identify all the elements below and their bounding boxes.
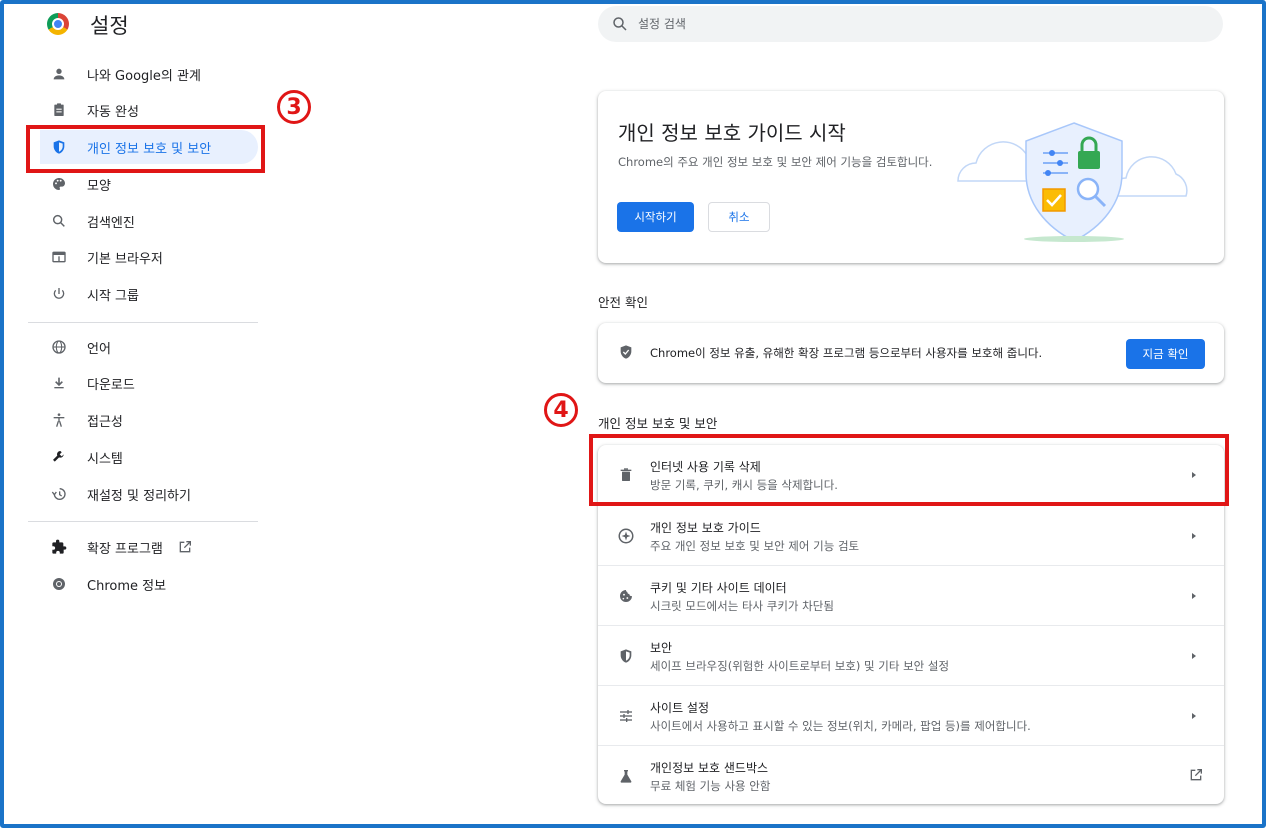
chevron-right-icon bbox=[1192, 533, 1196, 539]
chrome-icon bbox=[49, 574, 69, 594]
download-icon bbox=[49, 373, 69, 393]
clipboard-icon bbox=[49, 100, 69, 120]
step-3-marker: 3 bbox=[277, 90, 311, 124]
sidebar-divider bbox=[28, 322, 258, 323]
sidebar-item-you-and-google[interactable]: 나와 Google의 관계 bbox=[40, 57, 258, 91]
accessibility-icon bbox=[49, 410, 69, 430]
sidebar-item-label: 시스템 bbox=[87, 451, 123, 467]
sidebar-item-reset[interactable]: 재설정 및 정리하기 bbox=[40, 477, 258, 511]
cancel-guide-button[interactable]: 취소 bbox=[708, 202, 770, 232]
safety-check-text: Chrome이 정보 유출, 유해한 확장 프로그램 등으로부터 사용자를 보호… bbox=[650, 346, 1043, 360]
sidebar-item-label: 확장 프로그램 bbox=[87, 541, 163, 557]
privacy-guide-illustration-icon bbox=[957, 122, 1188, 242]
sidebar-item-label: 기본 브라우저 bbox=[87, 251, 163, 267]
highlight-box-privacy-nav bbox=[26, 125, 265, 173]
sidebar-item-label: 모양 bbox=[87, 178, 111, 194]
chevron-right-icon bbox=[1192, 593, 1196, 599]
privacy-section-heading: 개인 정보 보호 및 보안 bbox=[598, 416, 718, 431]
external-link-icon bbox=[177, 539, 193, 555]
cookie-icon bbox=[616, 586, 636, 606]
row-cookies[interactable]: 쿠키 및 기타 사이트 데이터 시크릿 모드에서는 타사 쿠키가 차단됨 bbox=[598, 565, 1224, 625]
guide-description: Chrome의 주요 개인 정보 보호 및 보안 제어 기능을 검토합니다. bbox=[618, 155, 933, 169]
row-title: 사이트 설정 bbox=[650, 701, 710, 715]
sidebar-item-label: 검색엔진 bbox=[87, 215, 135, 231]
browser-icon bbox=[49, 247, 69, 267]
sidebar-item-downloads[interactable]: 다운로드 bbox=[40, 366, 258, 400]
row-site-settings[interactable]: 사이트 설정 사이트에서 사용하고 표시할 수 있는 정보(위치, 카메라, 팝… bbox=[598, 685, 1224, 745]
chevron-right-icon bbox=[1192, 713, 1196, 719]
palette-icon bbox=[49, 174, 69, 194]
restore-icon bbox=[49, 484, 69, 504]
chevron-right-icon bbox=[1192, 653, 1196, 659]
row-title: 개인정보 보호 샌드박스 bbox=[650, 761, 769, 775]
flask-icon bbox=[616, 766, 636, 786]
row-subtitle: 주요 개인 정보 보호 및 보안 제어 기능 검토 bbox=[650, 539, 860, 553]
row-security[interactable]: 보안 세이프 브라우징(위험한 사이트로부터 보호) 및 기타 보안 설정 bbox=[598, 625, 1224, 685]
sidebar-item-label: 언어 bbox=[87, 341, 111, 357]
sidebar-item-default-browser[interactable]: 기본 브라우저 bbox=[40, 240, 258, 274]
search-icon bbox=[613, 17, 627, 31]
sidebar-item-on-startup[interactable]: 시작 그룹 bbox=[40, 277, 258, 311]
page-title: 설정 bbox=[90, 14, 129, 38]
chrome-logo-icon bbox=[47, 13, 69, 35]
start-guide-button[interactable]: 시작하기 bbox=[617, 202, 694, 232]
safety-check-card: Chrome이 정보 유출, 유해한 확장 프로그램 등으로부터 사용자를 보호… bbox=[598, 323, 1224, 383]
sidebar-item-label: 다운로드 bbox=[87, 377, 135, 393]
wrench-icon bbox=[49, 447, 69, 467]
privacy-guide-promo-card: 개인 정보 보호 가이드 시작 Chrome의 주요 개인 정보 보호 및 보안… bbox=[598, 91, 1224, 263]
safety-check-heading: 안전 확인 bbox=[598, 295, 648, 310]
sidebar-item-search-engine[interactable]: 검색엔진 bbox=[40, 204, 258, 238]
sidebar-divider bbox=[28, 521, 258, 522]
puzzle-icon bbox=[49, 537, 69, 557]
step-4-marker: 4 bbox=[544, 393, 578, 427]
person-icon bbox=[49, 64, 69, 84]
search-icon bbox=[49, 211, 69, 231]
sidebar-item-autofill[interactable]: 자동 완성 bbox=[40, 93, 258, 127]
row-privacy-guide[interactable]: 개인 정보 보호 가이드 주요 개인 정보 보호 및 보안 제어 기능 검토 bbox=[598, 505, 1224, 565]
shield-check-icon bbox=[618, 344, 634, 364]
highlight-box-clear-data bbox=[589, 434, 1229, 506]
sidebar-item-label: 접근성 bbox=[87, 414, 123, 430]
row-subtitle: 무료 체험 기능 사용 안함 bbox=[650, 779, 771, 793]
sidebar-item-accessibility[interactable]: 접근성 bbox=[40, 403, 258, 437]
sidebar-item-languages[interactable]: 언어 bbox=[40, 330, 258, 364]
sidebar-item-label: Chrome 정보 bbox=[87, 578, 167, 594]
row-privacy-sandbox[interactable]: 개인정보 보호 샌드박스 무료 체험 기능 사용 안함 bbox=[598, 745, 1224, 804]
sidebar-item-label: 나와 Google의 관계 bbox=[87, 68, 201, 84]
sliders-icon bbox=[616, 706, 636, 726]
sidebar-item-label: 재설정 및 정리하기 bbox=[87, 488, 191, 504]
shield-icon bbox=[616, 646, 636, 666]
settings-search[interactable] bbox=[598, 6, 1223, 42]
row-subtitle: 시크릿 모드에서는 타사 쿠키가 차단됨 bbox=[650, 599, 834, 613]
row-subtitle: 세이프 브라우징(위험한 사이트로부터 보호) 및 기타 보안 설정 bbox=[650, 659, 950, 673]
globe-icon bbox=[49, 337, 69, 357]
power-icon bbox=[49, 284, 69, 304]
sidebar-item-about-chrome[interactable]: Chrome 정보 bbox=[40, 567, 258, 601]
check-now-button[interactable]: 지금 확인 bbox=[1126, 339, 1205, 369]
row-title: 보안 bbox=[650, 641, 673, 655]
sidebar-item-label: 시작 그룹 bbox=[87, 288, 139, 304]
sidebar-item-label: 자동 완성 bbox=[87, 104, 139, 120]
sidebar-item-system[interactable]: 시스템 bbox=[40, 440, 258, 474]
compass-icon bbox=[616, 526, 636, 546]
search-input[interactable] bbox=[638, 12, 1198, 36]
sidebar-item-extensions[interactable]: 확장 프로그램 bbox=[40, 530, 258, 564]
external-link-icon bbox=[1190, 769, 1202, 781]
row-title: 쿠키 및 기타 사이트 데이터 bbox=[650, 581, 787, 595]
guide-title: 개인 정보 보호 가이드 시작 bbox=[618, 121, 846, 145]
row-title: 개인 정보 보호 가이드 bbox=[650, 521, 761, 535]
row-subtitle: 사이트에서 사용하고 표시할 수 있는 정보(위치, 카메라, 팝업 등)를 제… bbox=[650, 719, 1031, 733]
